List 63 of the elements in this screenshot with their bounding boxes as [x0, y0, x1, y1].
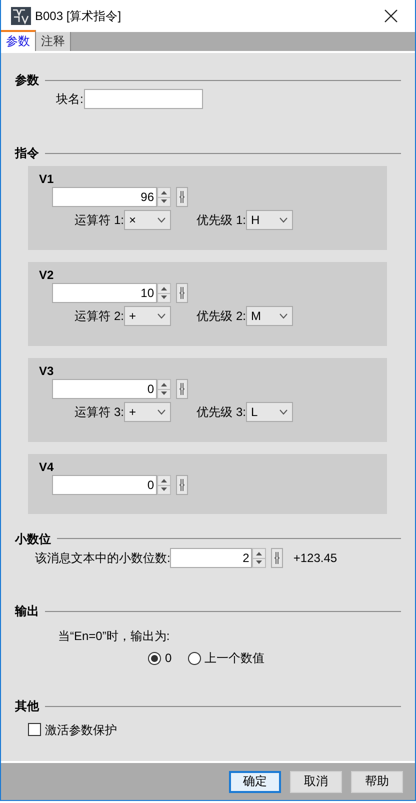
- tab[interactable]: 参数: [1, 30, 36, 51]
- bracket-icon: [179, 382, 185, 396]
- section-heading: 小数位: [15, 532, 51, 546]
- spinner-buttons[interactable]: [252, 548, 266, 568]
- dropdown[interactable]: L: [246, 402, 293, 422]
- panel-title: V4: [39, 460, 55, 474]
- spinner-buttons[interactable]: [157, 187, 171, 208]
- caret-icon: [157, 217, 166, 224]
- number-field[interactable]: 0: [52, 475, 157, 496]
- caret-icon: [279, 313, 288, 320]
- bracket-icon: [179, 286, 185, 300]
- caret-icon: [157, 313, 166, 320]
- field-label: 该消息文本中的小数位数:: [35, 550, 170, 566]
- dialog-button[interactable]: 取消: [290, 770, 342, 792]
- number-field[interactable]: 96: [52, 187, 157, 208]
- bracket-button[interactable]: [271, 548, 284, 568]
- app-icon: [11, 7, 31, 25]
- dropdown[interactable]: +: [124, 306, 171, 326]
- dropdown[interactable]: M: [246, 306, 293, 326]
- section-heading: 输出: [15, 604, 39, 619]
- block-name-field[interactable]: [84, 89, 204, 110]
- window-title: B003 [算术指令]: [35, 8, 122, 24]
- spinner-buttons[interactable]: [157, 475, 171, 496]
- section-heading: 其他: [15, 699, 39, 714]
- caret-icon: [279, 409, 288, 416]
- bracket-icon: [274, 551, 280, 566]
- bracket-icon: [179, 190, 185, 204]
- field-label: 运算符 2:: [74, 308, 124, 324]
- radio-option[interactable]: 上一个数值: [188, 650, 265, 666]
- panel-title: V2: [39, 268, 55, 282]
- number-field[interactable]: 0: [52, 379, 157, 400]
- field-label: 优先级 1:: [196, 212, 246, 228]
- caret-icon: [279, 217, 288, 224]
- dialog-button[interactable]: 帮助: [351, 770, 403, 792]
- number-field[interactable]: 10: [52, 283, 157, 304]
- bracket-icon: [179, 478, 185, 492]
- dropdown[interactable]: +: [124, 402, 171, 422]
- field-label: 块名:: [56, 92, 84, 107]
- tab[interactable]: 注释: [36, 32, 71, 51]
- field-label: 运算符 3:: [74, 404, 124, 420]
- section-heading: 指令: [15, 146, 39, 161]
- spinner-buttons[interactable]: [157, 283, 171, 304]
- bracket-button[interactable]: [176, 187, 188, 208]
- dropdown[interactable]: ×: [124, 210, 171, 230]
- radio-option[interactable]: 0: [148, 650, 172, 666]
- bracket-button[interactable]: [176, 283, 188, 304]
- close-icon: [384, 9, 398, 23]
- checkbox-option[interactable]: 激活参数保护: [28, 722, 117, 738]
- caret-icon: [157, 409, 166, 416]
- section-heading: 参数: [15, 73, 39, 88]
- preview-value: +123.45: [293, 550, 338, 566]
- field-label: 运算符 1:: [74, 212, 124, 228]
- bracket-button[interactable]: [176, 379, 188, 400]
- panel-title: V3: [39, 364, 55, 378]
- field-label: 优先级 3:: [196, 404, 246, 420]
- number-field[interactable]: 2: [170, 548, 252, 568]
- dialog-button[interactable]: 确定: [229, 770, 281, 792]
- panel-title: V1: [39, 172, 55, 186]
- dropdown[interactable]: H: [246, 210, 293, 230]
- bracket-button[interactable]: [176, 475, 188, 496]
- spinner-buttons[interactable]: [157, 379, 171, 400]
- output-prompt: 当“En=0”时，输出为:: [58, 628, 170, 643]
- field-label: 优先级 2:: [196, 308, 246, 324]
